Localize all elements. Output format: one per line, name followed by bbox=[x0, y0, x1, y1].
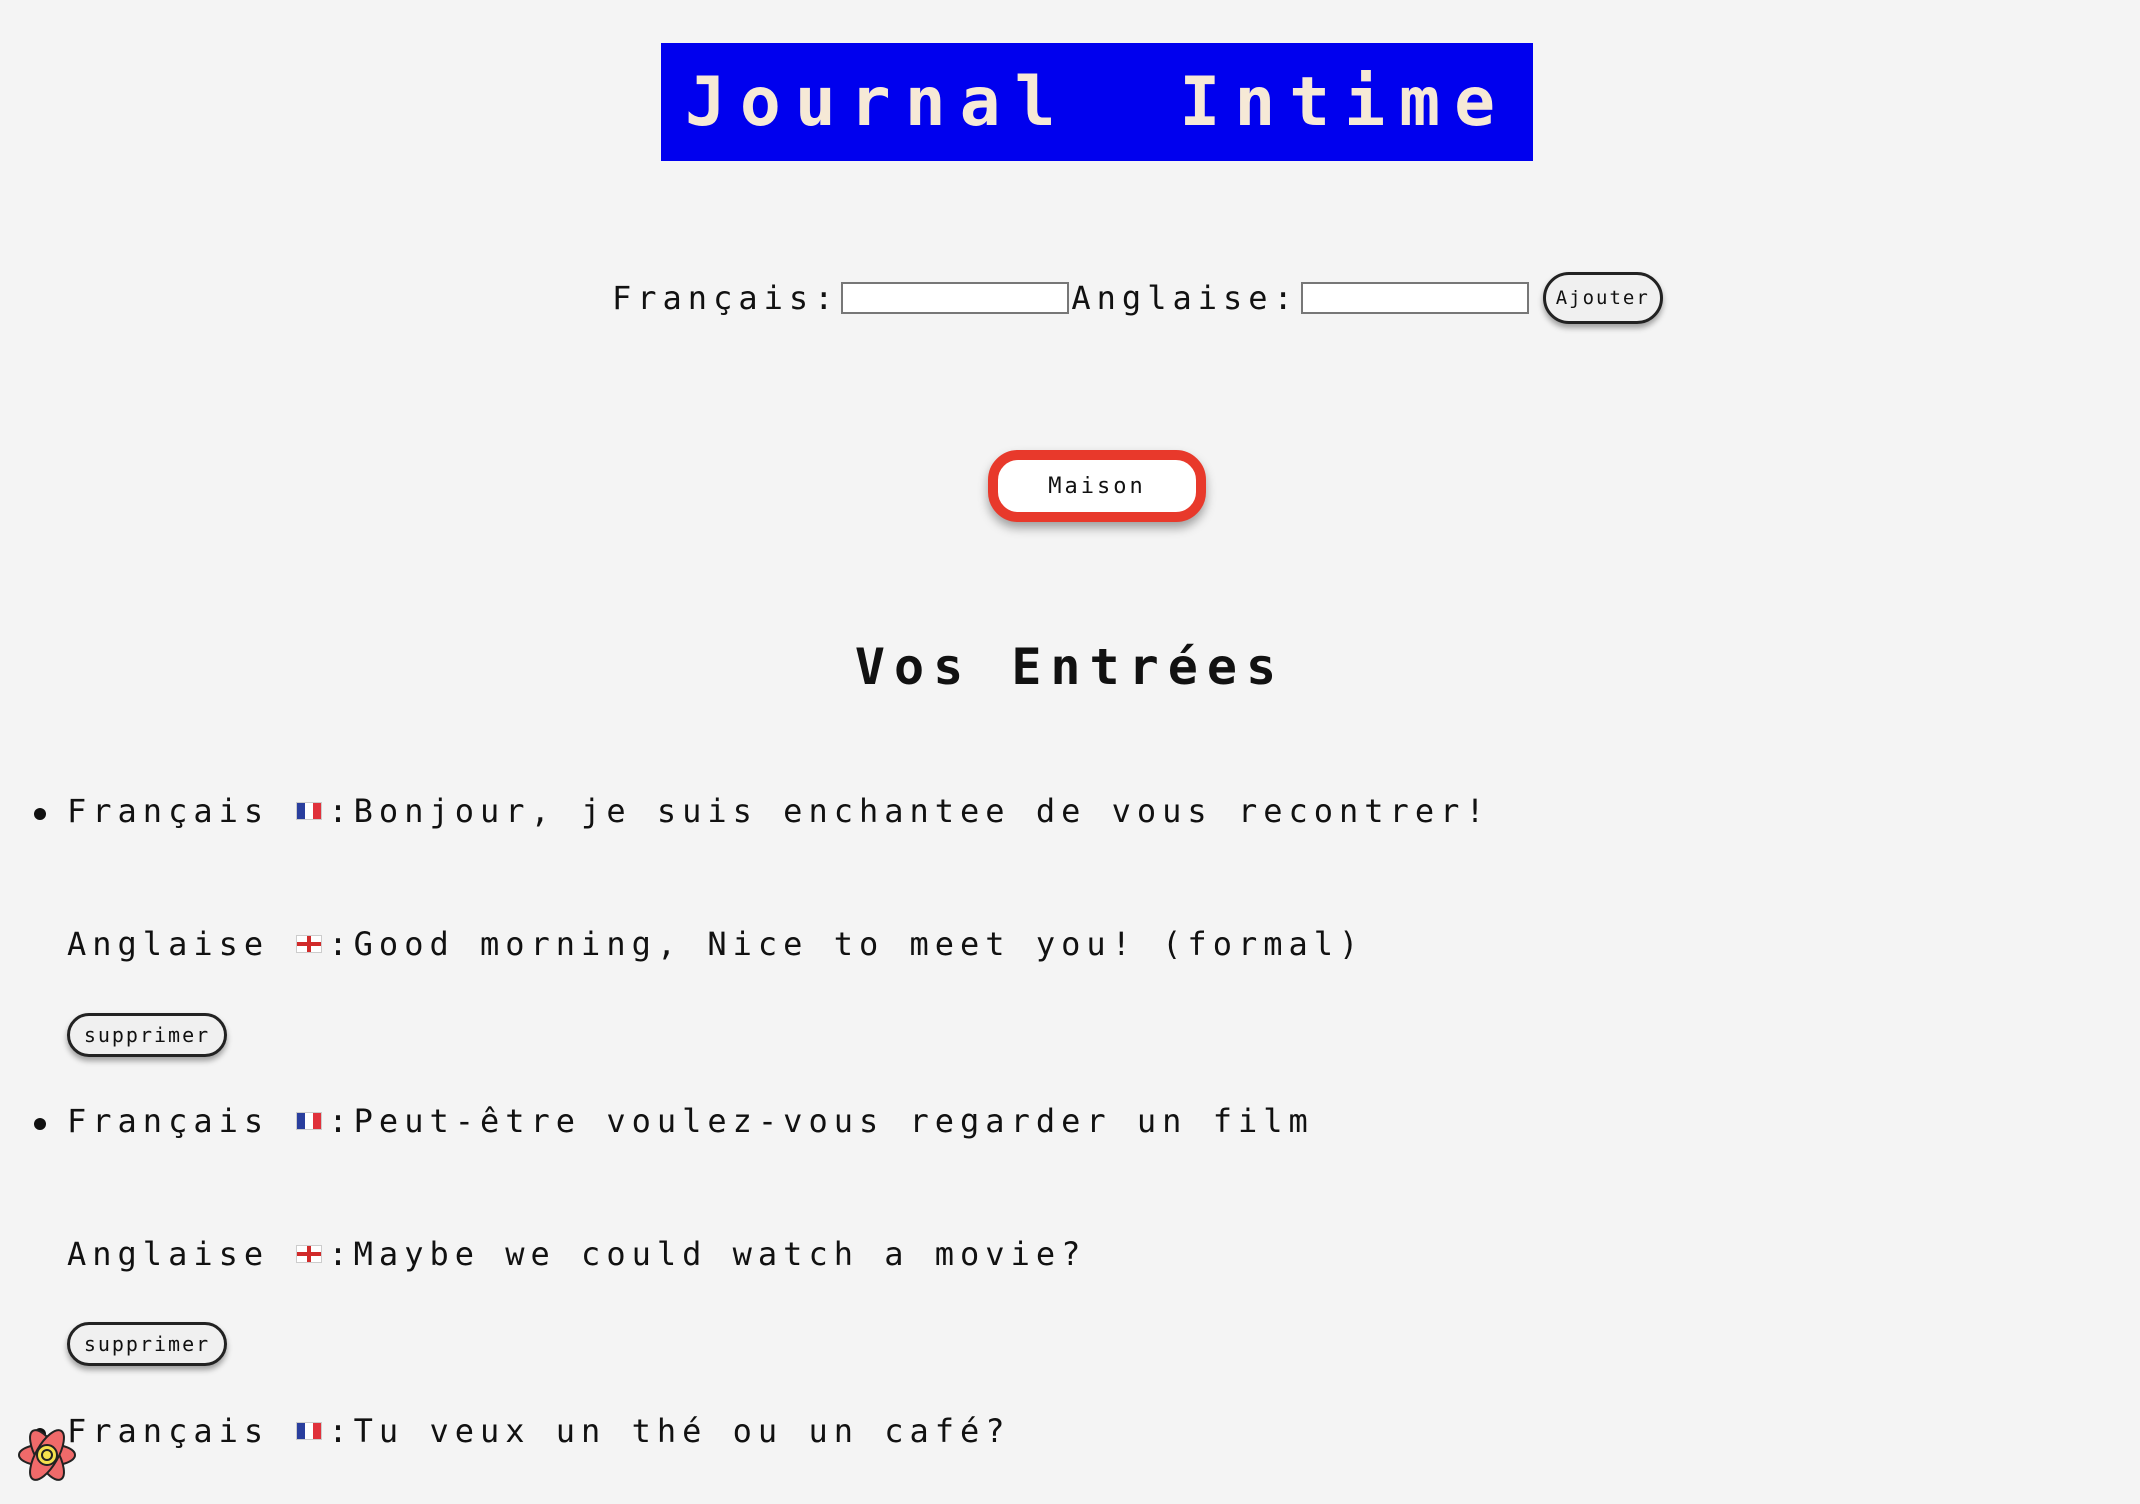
flag-england-icon bbox=[296, 1245, 323, 1263]
entry-1-french: Français :Bonjour, je suis enchantee de … bbox=[67, 792, 1491, 830]
entry-3-french-text: :Tu veux un thé ou un café? bbox=[328, 1412, 1011, 1450]
english-prefix: Anglaise bbox=[67, 1235, 295, 1273]
entry-2-french-text: :Peut-être voulez-vous regarder un film bbox=[328, 1102, 1314, 1140]
flag-fr-icon bbox=[296, 802, 323, 820]
french-prefix: Français bbox=[67, 1412, 295, 1450]
flag-fr-icon bbox=[296, 1422, 323, 1440]
entry-1-french-text: :Bonjour, je suis enchantee de vous reco… bbox=[328, 792, 1491, 830]
flag-england-icon bbox=[296, 935, 323, 953]
entries-list: Français :Bonjour, je suis enchantee de … bbox=[0, 0, 2140, 1504]
entry-2-english: Anglaise :Maybe we could watch a movie? bbox=[67, 1235, 1086, 1273]
title-banner: Journal Intime bbox=[661, 43, 1533, 161]
page-title: Journal Intime bbox=[684, 62, 1510, 142]
entry-1-english-text: :Good morning, Nice to meet you! (formal… bbox=[328, 925, 1365, 963]
english-prefix: Anglaise bbox=[67, 925, 295, 963]
english-input[interactable] bbox=[1300, 282, 1529, 314]
list-bullet bbox=[34, 808, 46, 820]
list-bullet bbox=[34, 1118, 46, 1130]
add-button[interactable]: Ajouter bbox=[1542, 272, 1663, 324]
home-button[interactable]: Maison bbox=[988, 450, 1206, 522]
entry-form: Français: Anglaise: Ajouter bbox=[612, 268, 1663, 328]
entries-heading: Vos Entrées bbox=[854, 638, 1286, 696]
journal-page: Journal Intime Français: Anglaise: Ajout… bbox=[0, 0, 2140, 1504]
french-prefix: Français bbox=[67, 1102, 295, 1140]
entry-2-english-text: :Maybe we could watch a movie? bbox=[328, 1235, 1087, 1273]
french-label: Français: bbox=[612, 279, 840, 317]
french-input[interactable] bbox=[841, 282, 1070, 314]
entry-3-french: Français :Tu veux un thé ou un café? bbox=[67, 1412, 1011, 1450]
english-label: Anglaise: bbox=[1071, 279, 1299, 317]
entry-1-delete-button[interactable]: supprimer bbox=[67, 1013, 227, 1057]
entry-2-french: Français :Peut-être voulez-vous regarder… bbox=[67, 1102, 1314, 1140]
entry-2-delete-button[interactable]: supprimer bbox=[67, 1322, 227, 1366]
entry-1-english: Anglaise :Good morning, Nice to meet you… bbox=[67, 925, 1364, 963]
flag-fr-icon bbox=[296, 1112, 323, 1130]
react-devtools-icon[interactable] bbox=[16, 1424, 78, 1486]
french-prefix: Français bbox=[67, 792, 295, 830]
